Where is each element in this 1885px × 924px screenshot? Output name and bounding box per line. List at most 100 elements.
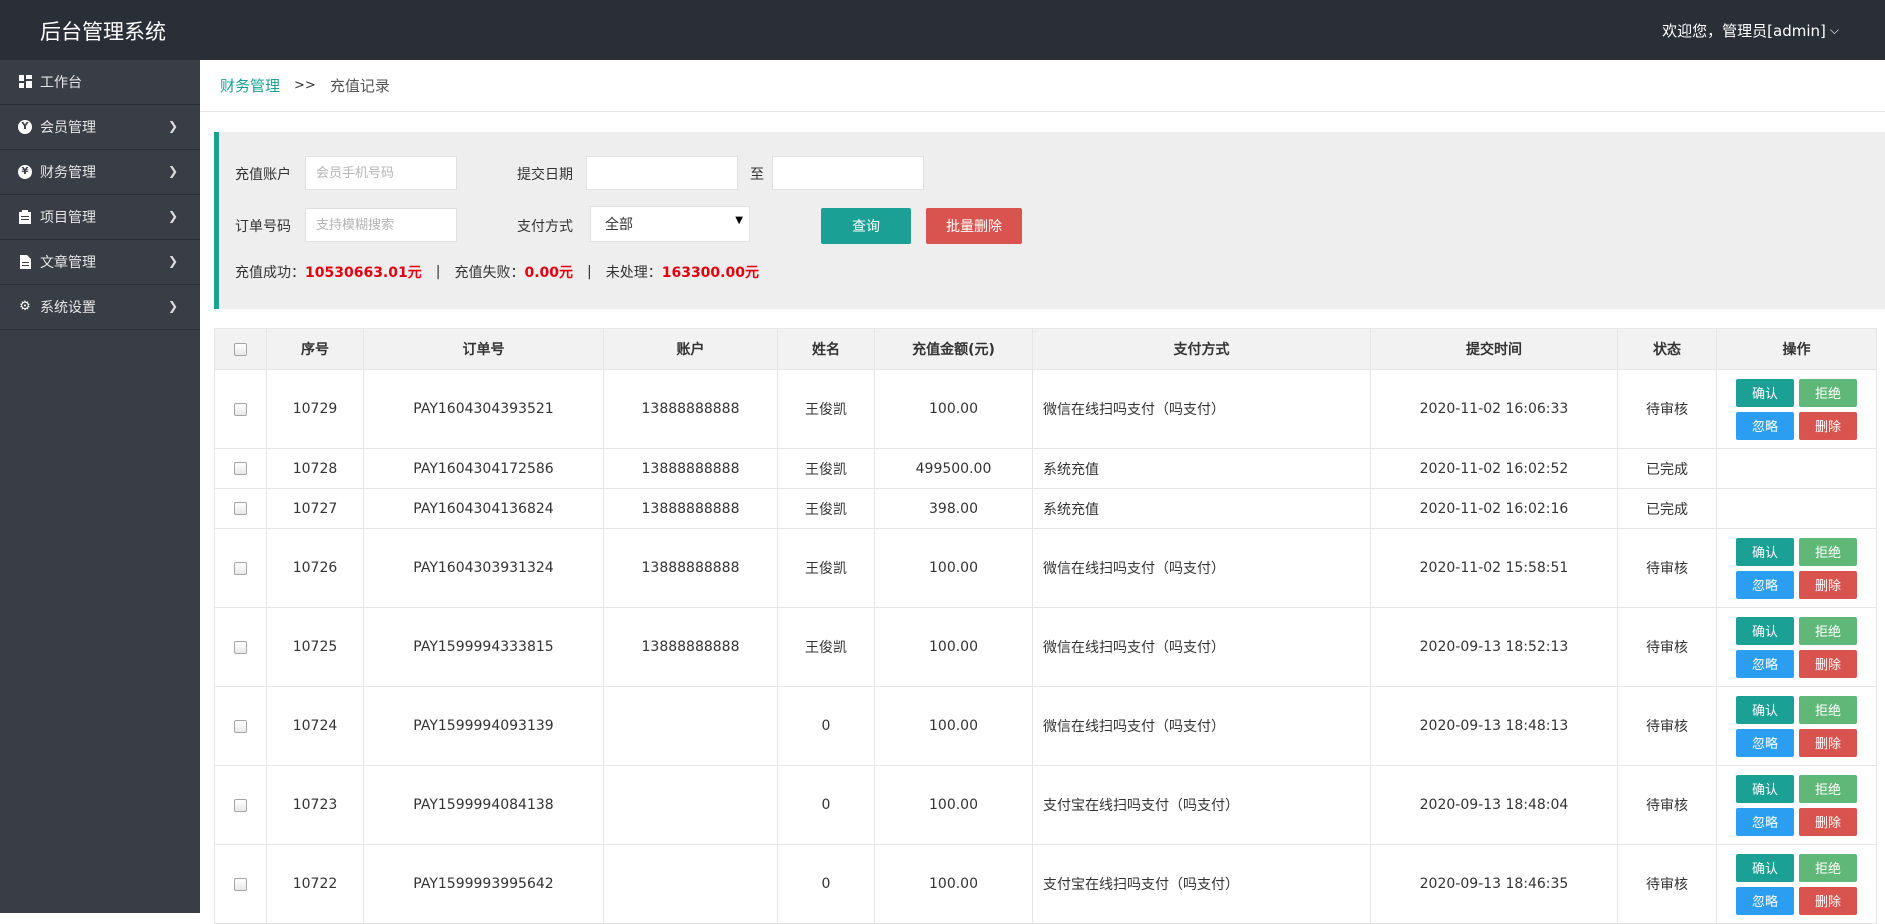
user-menu[interactable]: 欢迎您，管理员[admin] ⌵ — [1662, 20, 1839, 41]
sidebar-item-finance[interactable]: ¥ 财务管理 ❯ — [0, 150, 200, 195]
sidebar-item-label: 系统设置 — [40, 300, 96, 316]
confirm-button[interactable]: 确认 — [1736, 774, 1794, 803]
sidebar-item-projects[interactable]: 项目管理 ❯ — [0, 195, 200, 240]
cell-actions: 确认 拒绝 忽略 删除 — [1716, 765, 1877, 845]
ignore-button[interactable]: 忽略 — [1736, 886, 1794, 915]
table-row: 10722 PAY1599993995642 0 100.00 支付宝在线扫吗支付（吗支… — [214, 844, 1877, 924]
reject-button[interactable]: 拒绝 — [1799, 774, 1857, 803]
start-date-input[interactable] — [586, 156, 738, 190]
main-content: 财务管理 >> 充值记录 充值账户 提交日期 至 订单号码 支付方式 全部 ▼ … — [200, 60, 1885, 924]
breadcrumb-current: 充值记录 — [329, 77, 390, 95]
header-actions: 操作 — [1716, 328, 1877, 370]
cell-status: 待审核 — [1617, 369, 1717, 449]
cell-amount: 398.00 — [874, 488, 1033, 529]
cell-status: 已完成 — [1617, 448, 1717, 489]
cell-id: 10723 — [266, 765, 364, 845]
delete-button[interactable]: 删除 — [1799, 728, 1857, 757]
confirm-button[interactable]: 确认 — [1736, 616, 1794, 645]
finance-icon: ¥ — [18, 165, 32, 179]
sidebar-item-members[interactable]: Y 会员管理 ❯ — [0, 105, 200, 150]
reject-button[interactable]: 拒绝 — [1799, 695, 1857, 724]
row-select-cell — [214, 528, 267, 608]
ignore-button[interactable]: 忽略 — [1736, 570, 1794, 599]
header-amount: 充值金额(元) — [874, 328, 1033, 370]
summary-divider: | — [435, 264, 441, 280]
cell-id: 10724 — [266, 686, 364, 766]
delete-button[interactable]: 删除 — [1799, 570, 1857, 599]
summary-line: 充值成功： 10530663.01元 | 充值失败： 0.00元 | 未处理： … — [235, 262, 759, 282]
row-checkbox[interactable] — [234, 877, 247, 891]
confirm-button[interactable]: 确认 — [1736, 378, 1794, 407]
table-row: 10723 PAY1599994084138 0 100.00 支付宝在线扫吗支付（吗支… — [214, 765, 1877, 845]
cell-id: 10722 — [266, 844, 364, 924]
chevron-down-icon: ❯ — [167, 299, 178, 313]
table-row: 10728 PAY1604304172586 13888888888 王俊凯 49950… — [214, 448, 1877, 489]
cell-name: 王俊凯 — [777, 369, 875, 449]
sidebar-item-label: 项目管理 — [40, 210, 96, 226]
ignore-button[interactable]: 忽略 — [1736, 649, 1794, 678]
cell-time: 2020-09-13 18:48:04 — [1370, 765, 1618, 845]
row-actions: 确认 拒绝 忽略 删除 — [1717, 695, 1876, 757]
delete-button[interactable]: 删除 — [1799, 807, 1857, 836]
date-to-label: 至 — [750, 167, 764, 183]
cell-account: 13888888888 — [603, 607, 778, 687]
sidebar-item-dashboard[interactable]: 工作台 — [0, 60, 200, 105]
ignore-button[interactable]: 忽略 — [1736, 728, 1794, 757]
header-name: 姓名 — [777, 328, 875, 370]
delete-button[interactable]: 删除 — [1799, 886, 1857, 915]
account-input[interactable] — [305, 156, 457, 190]
cell-actions: 确认 拒绝 忽略 删除 — [1716, 686, 1877, 766]
row-checkbox[interactable] — [234, 798, 247, 812]
caret-down-icon: ▼ — [735, 215, 743, 226]
sidebar-item-label: 工作台 — [40, 75, 82, 91]
ignore-button[interactable]: 忽略 — [1736, 807, 1794, 836]
row-checkbox[interactable] — [234, 719, 247, 733]
cell-name: 0 — [777, 765, 875, 845]
cell-actions: 确认 拒绝 忽略 删除 — [1716, 369, 1877, 449]
row-actions: 确认 拒绝 忽略 删除 — [1717, 853, 1876, 915]
cell-time: 2020-11-02 16:02:52 — [1370, 448, 1618, 489]
reject-button[interactable]: 拒绝 — [1799, 378, 1857, 407]
pay-method-select[interactable]: 全部 ▼ — [590, 206, 750, 242]
confirm-button[interactable]: 确认 — [1736, 537, 1794, 566]
cell-name: 0 — [777, 844, 875, 924]
cell-order: PAY1599994333815 — [363, 607, 604, 687]
table-body: 10729 PAY1604304393521 13888888888 王俊凯 100.0… — [214, 369, 1877, 924]
row-select-cell — [214, 686, 267, 766]
row-actions: 确认 拒绝 忽略 删除 — [1717, 537, 1876, 599]
chevron-down-icon: ❯ — [167, 164, 178, 178]
reject-button[interactable]: 拒绝 — [1799, 537, 1857, 566]
pay-method-value: 全部 — [605, 217, 633, 233]
confirm-button[interactable]: 确认 — [1736, 853, 1794, 882]
delete-button[interactable]: 删除 — [1799, 411, 1857, 440]
ignore-button[interactable]: 忽略 — [1736, 411, 1794, 440]
breadcrumb-finance-link[interactable]: 财务管理 — [220, 75, 280, 96]
row-checkbox[interactable] — [234, 561, 247, 575]
sidebar-item-articles[interactable]: 文章管理 ❯ — [0, 240, 200, 285]
cell-actions: 确认 拒绝 忽略 删除 — [1716, 607, 1877, 687]
cell-method: 微信在线扫吗支付（吗支付） — [1032, 686, 1371, 766]
sidebar: 工作台 Y 会员管理 ❯ ¥ 财务管理 ❯ 项目管理 ❯ 文章管理 ❯ ⚙ 系统… — [0, 60, 200, 913]
cell-order: PAY1599994093139 — [363, 686, 604, 766]
confirm-button[interactable]: 确认 — [1736, 695, 1794, 724]
row-checkbox[interactable] — [234, 462, 247, 475]
row-checkbox[interactable] — [234, 640, 247, 654]
records-table-wrap: 序号 订单号 账户 姓名 充值金额(元) 支付方式 提交时间 状态 操作 107… — [214, 328, 1877, 924]
batch-delete-button[interactable]: 批量删除 — [926, 208, 1022, 244]
row-checkbox[interactable] — [234, 402, 247, 416]
row-select-cell — [214, 607, 267, 687]
reject-button[interactable]: 拒绝 — [1799, 853, 1857, 882]
end-date-input[interactable] — [772, 156, 924, 190]
chevron-down-icon: ⌵ — [1829, 23, 1839, 37]
search-button[interactable]: 查询 — [821, 208, 911, 244]
row-checkbox[interactable] — [234, 502, 247, 515]
row-select-cell — [214, 844, 267, 924]
delete-button[interactable]: 删除 — [1799, 649, 1857, 678]
cell-status: 待审核 — [1617, 765, 1717, 845]
row-select-cell — [214, 765, 267, 845]
order-input[interactable] — [305, 208, 457, 242]
cell-time: 2020-11-02 16:06:33 — [1370, 369, 1618, 449]
select-all-checkbox[interactable] — [234, 342, 247, 356]
sidebar-item-settings[interactable]: ⚙ 系统设置 ❯ — [0, 285, 200, 330]
reject-button[interactable]: 拒绝 — [1799, 616, 1857, 645]
